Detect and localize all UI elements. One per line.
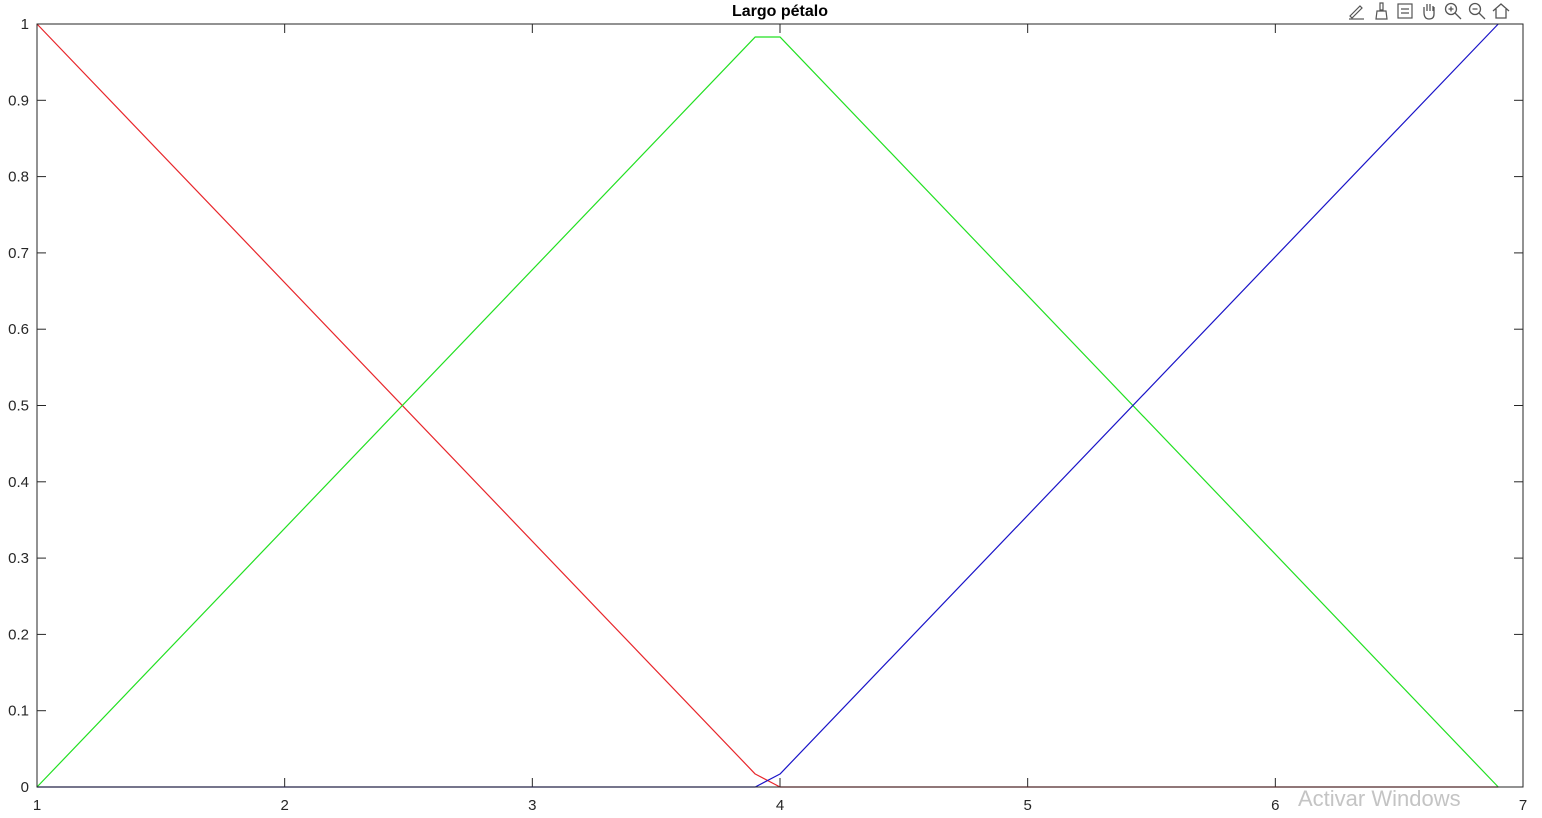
x-tick-label: 6 [1271, 797, 1279, 814]
zoom-in-icon [1444, 2, 1462, 20]
series-line-3 [37, 23, 1499, 788]
edit-plot-icon [1349, 5, 1364, 20]
data-tips-icon [1397, 3, 1413, 19]
brush-icon [1375, 2, 1388, 20]
zoom-out-icon [1468, 2, 1486, 20]
y-tick-label: 0.4 [8, 474, 29, 491]
home-icon [1492, 3, 1510, 19]
brush-button[interactable] [1370, 0, 1392, 22]
chart-title: Largo pétalo [732, 3, 828, 20]
chart: Largo pétalo 1 2 3 4 5 6 7 0 0.1 0.2 0.3 0.4 0.5 0.6 0… [8, 3, 1527, 814]
plot-area-border [36, 23, 1524, 788]
pan-icon [1423, 4, 1435, 20]
edit-plot-button[interactable] [1346, 0, 1368, 22]
data-tips-button[interactable] [1394, 0, 1416, 22]
zoom-in-button[interactable] [1442, 0, 1464, 22]
y-tick-label: 0.6 [8, 321, 29, 338]
home-button[interactable] [1490, 0, 1512, 22]
y-tick-label: 0.7 [8, 245, 29, 262]
y-tick-label: 0.3 [8, 550, 29, 567]
x-tick-label: 1 [33, 797, 41, 814]
x-tick-label: 2 [280, 797, 288, 814]
x-tick-label: 4 [776, 797, 784, 814]
pan-button[interactable] [1418, 0, 1440, 22]
series-line-2 [36, 36, 1499, 788]
y-tick-label: 0.8 [8, 169, 29, 186]
zoom-out-button[interactable] [1466, 0, 1488, 22]
y-tick-label: 0.2 [8, 626, 29, 643]
series-layer [36, 23, 1499, 788]
y-tick-label: 1 [21, 16, 29, 33]
y-tick-label: 0.1 [8, 703, 29, 720]
y-tick-label: 0.9 [8, 92, 29, 109]
x-tick-label: 5 [1023, 797, 1031, 814]
x-tick-label: 7 [1519, 797, 1527, 814]
x-tick-label: 3 [528, 797, 536, 814]
axes-toolbar [1346, 0, 1512, 22]
series-line-1 [36, 23, 1499, 788]
y-tick-label: 0 [21, 779, 29, 796]
axes: 1 2 3 4 5 6 7 0 0.1 0.2 0.3 0.4 0.5 0.6 0.7 0.8 0.9 1 [8, 16, 1527, 814]
activation-watermark: Activar Windows [1298, 786, 1461, 811]
y-tick-label: 0.5 [8, 398, 29, 415]
